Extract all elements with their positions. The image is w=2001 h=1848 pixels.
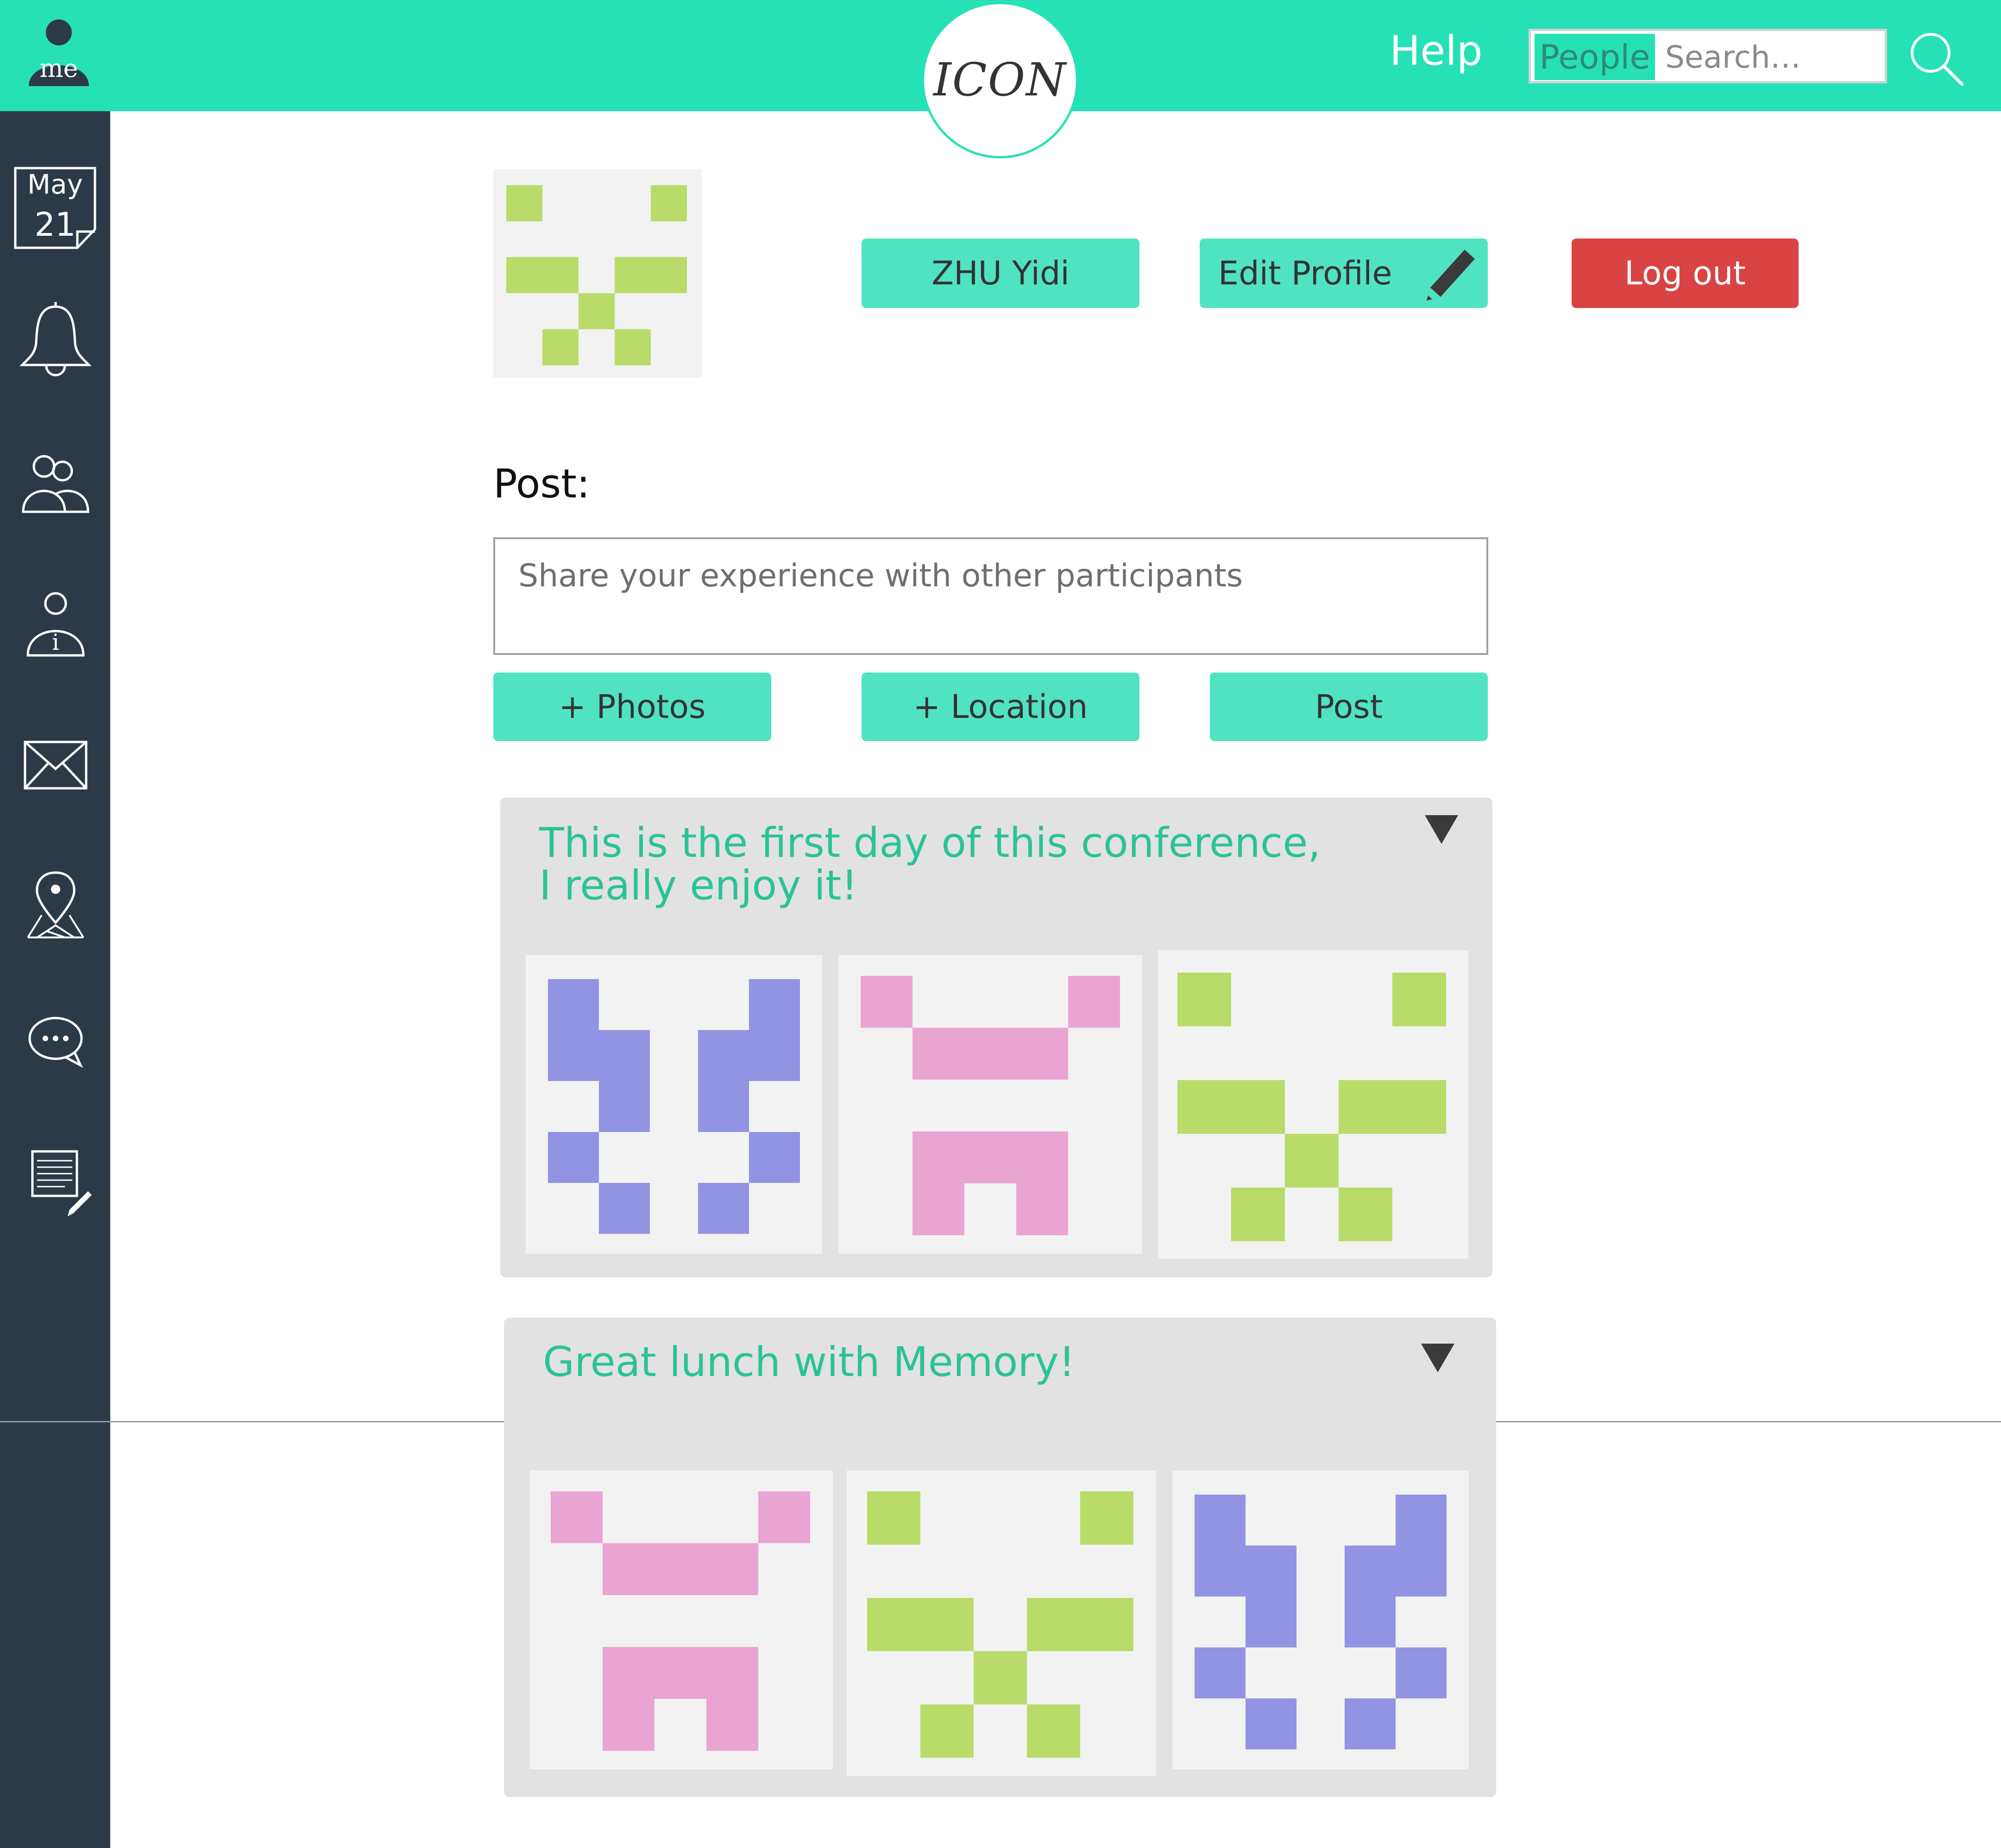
post-label: Post: [493,461,590,507]
search-input[interactable] [1661,34,1888,80]
expand-caret-icon[interactable] [1421,1344,1454,1372]
post-photo[interactable] [1158,950,1468,1259]
expand-caret-icon[interactable] [1425,815,1458,844]
post-photo[interactable] [526,955,822,1254]
post-photo[interactable] [838,955,1142,1254]
post-card: Great lunch with Memory! [504,1318,1496,1797]
logo-text: ICON [933,54,1067,107]
avatar[interactable] [493,169,702,377]
post-input[interactable] [493,537,1488,655]
search-scope-people[interactable]: People [1535,34,1655,80]
me-profile-icon[interactable]: me [24,17,94,91]
post-photo[interactable] [847,1471,1156,1776]
chat-icon[interactable] [19,1014,93,1088]
svg-text:i: i [52,629,59,655]
calendar-day: 21 [34,206,76,244]
pencil-icon [1422,243,1478,303]
calendar-month: May [27,169,83,200]
logo[interactable]: ICON [922,2,1078,158]
post-text: This is the first day of this conference… [539,819,1321,909]
post-button[interactable]: Post [1210,673,1488,741]
bell-icon[interactable] [19,301,93,377]
search-icon[interactable] [1907,30,1965,87]
help-link[interactable]: Help [1390,28,1483,74]
me-label: me [39,54,78,83]
logout-button[interactable]: Log out [1572,239,1799,308]
post-photo[interactable] [529,1471,833,1769]
notes-edit-icon[interactable] [19,1149,93,1223]
add-photos-button[interactable]: + Photos [493,673,771,741]
mail-icon[interactable] [19,740,93,814]
post-photo[interactable] [1172,1471,1469,1769]
info-person-icon[interactable]: i [19,591,93,665]
search-box: People [1529,29,1888,83]
post-card: This is the first day of this conference… [500,798,1492,1277]
edit-profile-button[interactable]: Edit Profile [1200,239,1488,308]
people-icon[interactable] [19,452,93,526]
edit-profile-label: Edit Profile [1218,254,1392,292]
map-pin-icon[interactable] [19,871,93,945]
post-text: Great lunch with Memory! [543,1338,1075,1386]
add-location-button[interactable]: + Location [862,673,1139,741]
profile-name-button[interactable]: ZHU Yidi [862,239,1139,308]
